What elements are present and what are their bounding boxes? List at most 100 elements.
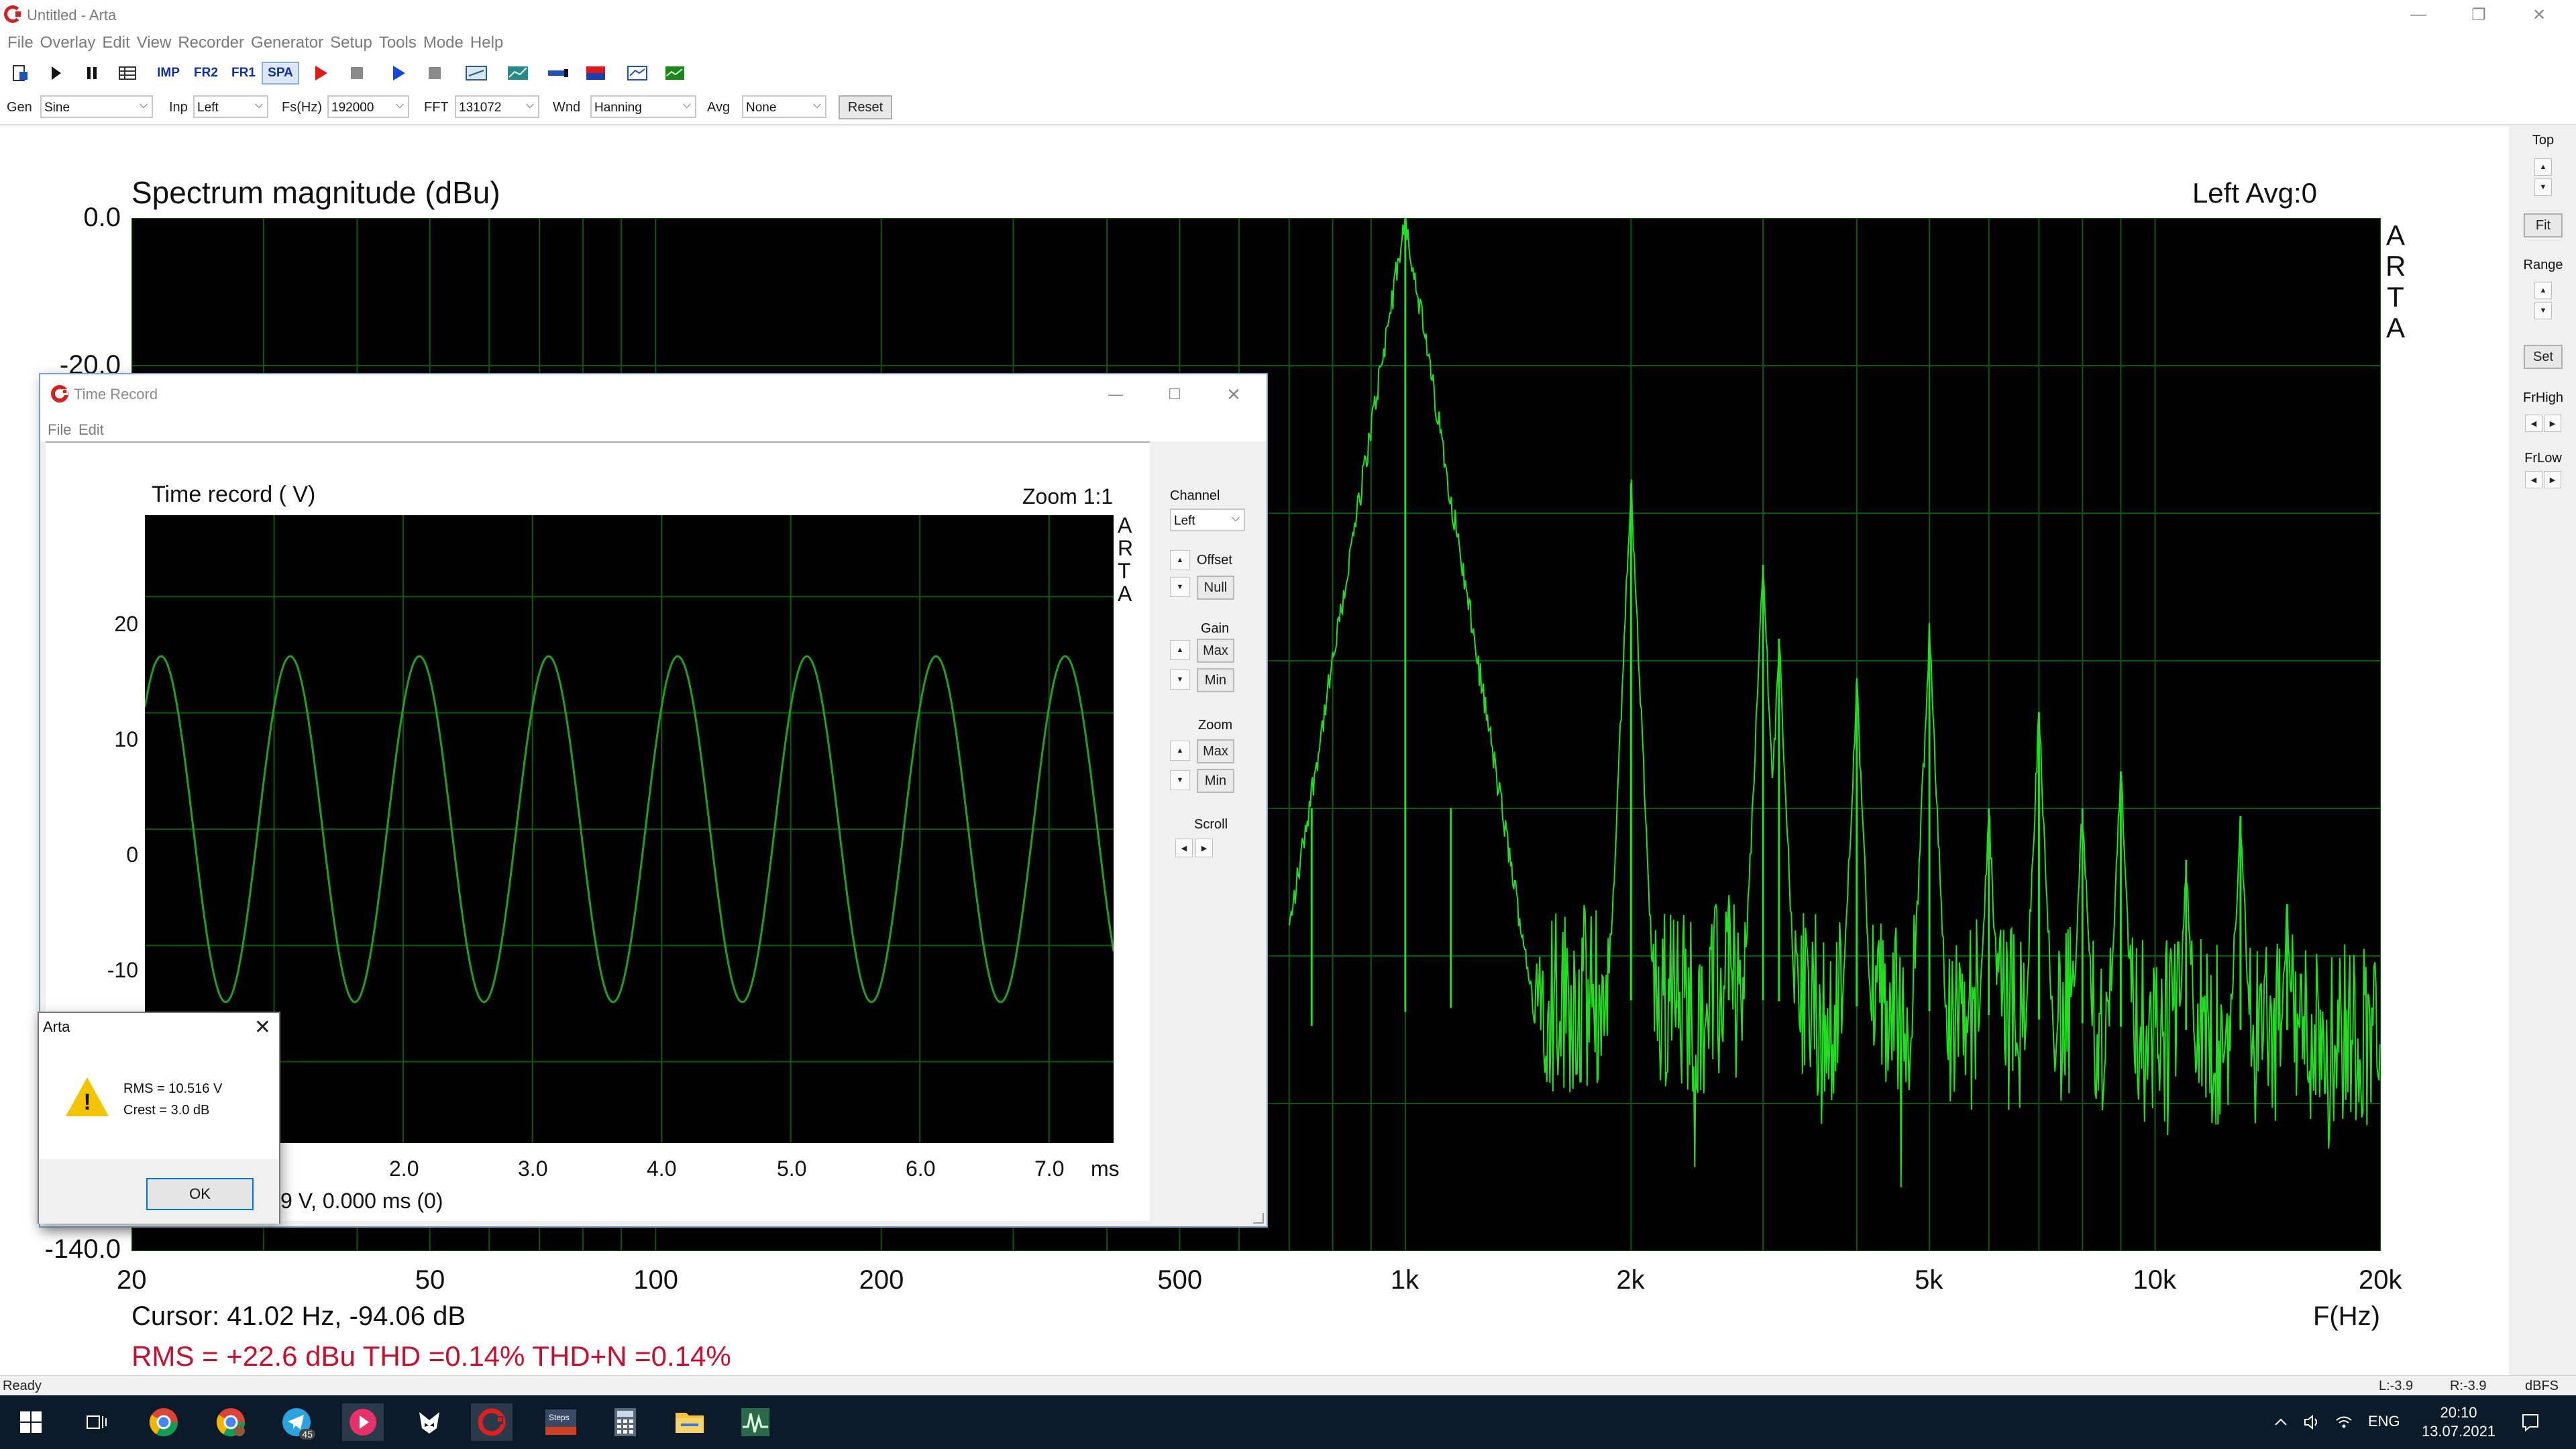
ok-button[interactable]: OK bbox=[146, 1178, 254, 1210]
zoom-down-button[interactable]: ▼ bbox=[1170, 770, 1190, 790]
spectrum-icon[interactable] bbox=[661, 62, 688, 85]
scroll-left-button[interactable]: ◀ bbox=[1175, 839, 1193, 857]
time-record-plot[interactable] bbox=[145, 515, 1114, 1143]
top-down-button[interactable]: ▼ bbox=[2534, 178, 2552, 196]
offset-down-button[interactable]: ▼ bbox=[1170, 577, 1190, 597]
grid-view-icon[interactable] bbox=[115, 62, 140, 85]
chart-line-icon[interactable] bbox=[504, 62, 531, 85]
menu-help[interactable]: Help bbox=[467, 30, 506, 56]
meter-icon[interactable] bbox=[545, 62, 572, 85]
x-tick-label: 200 bbox=[859, 1265, 904, 1295]
averaging-select[interactable]: None ⌵ bbox=[742, 95, 826, 118]
wifi-icon[interactable] bbox=[2330, 1403, 2357, 1441]
fit-button[interactable]: Fit bbox=[2524, 213, 2563, 237]
chrome-profile-icon[interactable] bbox=[212, 1403, 250, 1441]
watermark-letter: A bbox=[2385, 312, 2405, 343]
menu-recorder[interactable]: Recorder bbox=[174, 30, 248, 56]
menu-tools[interactable]: Tools bbox=[376, 30, 420, 56]
input-select[interactable]: Left ⌵ bbox=[193, 95, 268, 118]
file-explorer-icon[interactable] bbox=[671, 1403, 708, 1441]
tr-menu-file[interactable]: File bbox=[44, 417, 74, 443]
new-file-icon[interactable] bbox=[8, 62, 31, 85]
zoom-max-button[interactable]: Max bbox=[1197, 739, 1234, 763]
range-label: Range bbox=[2523, 258, 2563, 272]
record-play-icon[interactable] bbox=[309, 62, 333, 85]
channel-select[interactable]: Left ⌵ bbox=[1170, 508, 1245, 531]
x-tick-label: 500 bbox=[1157, 1265, 1203, 1295]
reset-button[interactable]: Reset bbox=[839, 95, 892, 119]
fr2-mode-button[interactable]: FR2 bbox=[189, 62, 223, 85]
menu-mode[interactable]: Mode bbox=[420, 30, 467, 56]
tr-close-button[interactable]: ✕ bbox=[1197, 374, 1271, 415]
sample-rate-select[interactable]: 192000 ⌵ bbox=[327, 95, 409, 118]
null-button[interactable]: Null bbox=[1197, 576, 1234, 600]
zoom-up-button[interactable]: ▲ bbox=[1170, 741, 1190, 761]
zoom-min-button[interactable]: Min bbox=[1197, 769, 1234, 793]
fft-size-select[interactable]: 131072 ⌵ bbox=[455, 95, 539, 118]
rms-message: RMS = 10.516 V bbox=[123, 1081, 223, 1096]
gain-min-button[interactable]: Min bbox=[1197, 668, 1234, 692]
scroll-right-button[interactable]: ▶ bbox=[1195, 839, 1213, 857]
task-view-icon[interactable] bbox=[78, 1403, 115, 1441]
chrome-icon[interactable] bbox=[145, 1403, 182, 1441]
menu-view[interactable]: View bbox=[133, 30, 175, 56]
frlow-left-button[interactable]: ◀ bbox=[2525, 471, 2542, 488]
tr-x-tick-label: 3.0 bbox=[518, 1157, 548, 1181]
fr1-mode-button[interactable]: FR1 bbox=[227, 62, 260, 85]
time-record-controls: Channel Left ⌵ ▲ Offset ▼ Null Gain ▲ Max… bbox=[1158, 441, 1265, 1112]
x-tick-label: 1k bbox=[1390, 1265, 1419, 1295]
status-unit: dBFS bbox=[2525, 1379, 2559, 1393]
imp-mode-button[interactable]: IMP bbox=[152, 62, 185, 85]
tr-x-tick-label: 2.0 bbox=[389, 1157, 419, 1181]
play-pointer-icon[interactable] bbox=[44, 62, 67, 85]
arta-taskbar-icon[interactable] bbox=[471, 1403, 513, 1441]
stop-icon[interactable] bbox=[423, 62, 447, 85]
frlow-right-button[interactable]: ▶ bbox=[2544, 471, 2561, 488]
gain-max-button[interactable]: Max bbox=[1197, 639, 1234, 663]
clock[interactable]: 20:10 13.07.2021 bbox=[2415, 1403, 2502, 1441]
generator-select[interactable]: Sine ⌵ bbox=[40, 95, 153, 118]
input-value: Left bbox=[197, 101, 219, 115]
audio-analyzer-icon[interactable] bbox=[737, 1403, 774, 1441]
window-select[interactable]: Hanning ⌵ bbox=[590, 95, 696, 118]
dialog-close-button[interactable]: ✕ bbox=[254, 1016, 271, 1039]
menu-file[interactable]: File bbox=[4, 30, 37, 56]
frhigh-right-button[interactable]: ▶ bbox=[2544, 415, 2561, 432]
close-button[interactable]: ✕ bbox=[2502, 0, 2576, 30]
offset-up-button[interactable]: ▲ bbox=[1170, 550, 1190, 570]
fox-app-icon[interactable] bbox=[411, 1403, 448, 1441]
volume-icon[interactable] bbox=[2298, 1403, 2325, 1441]
range-down-button[interactable]: ▼ bbox=[2534, 302, 2552, 319]
gain-up-button[interactable]: ▲ bbox=[1170, 640, 1190, 660]
windows-start-icon[interactable] bbox=[12, 1403, 50, 1441]
tr-y-tick-label: 20 bbox=[114, 612, 138, 636]
tr-menu-edit[interactable]: Edit bbox=[75, 417, 107, 443]
top-up-button[interactable]: ▲ bbox=[2534, 158, 2552, 176]
spa-mode-button[interactable]: SPA bbox=[262, 62, 299, 85]
flag-icon[interactable] bbox=[582, 62, 609, 85]
frhigh-left-button[interactable]: ◀ bbox=[2525, 415, 2542, 432]
range-up-button[interactable]: ▲ bbox=[2534, 282, 2552, 299]
monitor-icon[interactable] bbox=[624, 62, 651, 85]
tray-chevron-up-icon[interactable] bbox=[2267, 1403, 2294, 1441]
menu-edit[interactable]: Edit bbox=[99, 30, 133, 56]
menu-generator[interactable]: Generator bbox=[248, 30, 327, 56]
language-indicator[interactable]: ENG bbox=[2368, 1413, 2400, 1430]
tr-x-tick-label: 4.0 bbox=[647, 1157, 677, 1181]
menu-overlay[interactable]: Overlay bbox=[37, 30, 99, 56]
time-record-titlebar[interactable]: Time Record — ☐ ✕ bbox=[40, 374, 1267, 415]
x-tick-label: 20 bbox=[117, 1265, 147, 1295]
stop-gray-icon[interactable] bbox=[345, 62, 369, 85]
pause-icon[interactable] bbox=[80, 62, 103, 85]
menu-setup[interactable]: Setup bbox=[327, 30, 376, 56]
abc-icon[interactable] bbox=[463, 62, 490, 85]
telegram-icon[interactable]: 45 bbox=[278, 1403, 315, 1441]
calculator-icon[interactable] bbox=[606, 1403, 644, 1441]
gain-down-button[interactable]: ▼ bbox=[1170, 669, 1190, 690]
notifications-icon[interactable] bbox=[2514, 1403, 2546, 1441]
steps-app-icon[interactable]: Steps bbox=[541, 1403, 581, 1441]
resize-grip-icon[interactable] bbox=[1253, 1213, 1264, 1224]
set-button[interactable]: Set bbox=[2524, 345, 2563, 369]
play-blue-icon[interactable] bbox=[386, 62, 411, 85]
media-player-icon[interactable] bbox=[342, 1403, 384, 1441]
